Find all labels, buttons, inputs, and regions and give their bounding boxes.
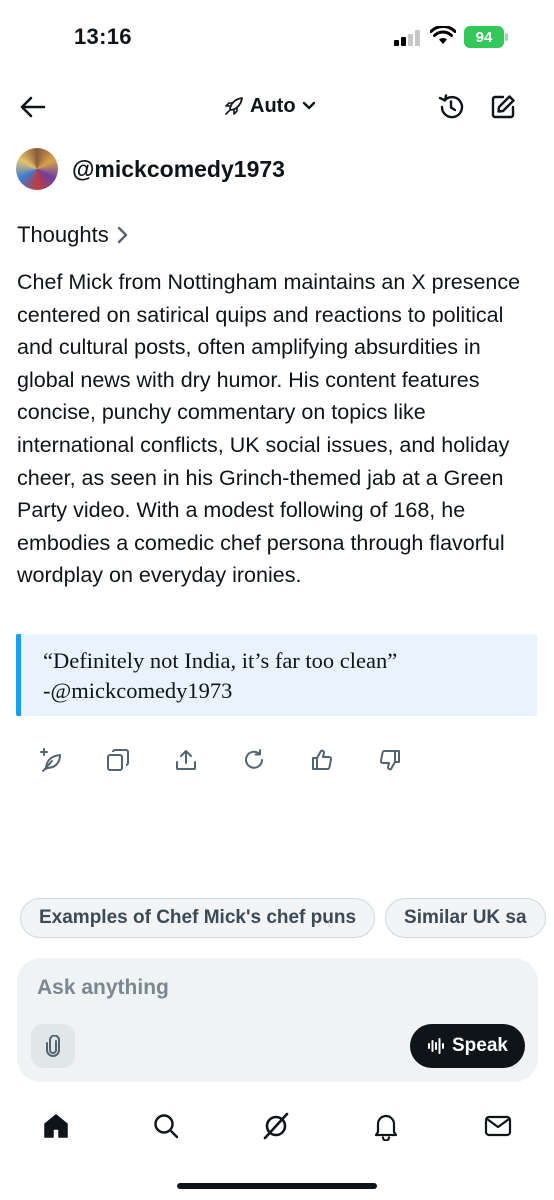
status-time: 13:16 — [74, 24, 132, 49]
chevron-down-icon — [302, 101, 315, 110]
response-paragraph: Chef Mick from Nottingham maintains an X… — [17, 270, 521, 588]
share-icon — [176, 750, 196, 770]
history-icon — [438, 94, 464, 119]
nav-messages[interactable] — [480, 1108, 516, 1144]
thumbs-down-icon — [379, 750, 400, 771]
edit-icon — [491, 95, 515, 119]
sparkle-leaf-icon — [40, 748, 61, 772]
chevron-right-icon — [117, 226, 127, 244]
paperclip-icon — [46, 1035, 60, 1057]
search-icon — [154, 1114, 179, 1139]
speak-label: Speak — [452, 1035, 508, 1056]
history-button[interactable] — [434, 90, 468, 124]
home-icon — [44, 1114, 68, 1138]
quote-block: “Definitely not India, it’s far too clea… — [16, 634, 537, 716]
rocket-icon — [225, 97, 243, 115]
bottom-nav — [0, 1104, 554, 1148]
suggestion-chips: Examples of Chef Mick's chef puns Similar… — [20, 898, 554, 940]
model-label: Auto — [250, 94, 296, 117]
response-actions — [38, 742, 446, 778]
attach-button[interactable] — [31, 1024, 75, 1068]
regenerate-icon — [245, 749, 263, 769]
back-button[interactable] — [16, 90, 50, 124]
thumbs-up-button[interactable] — [310, 742, 378, 778]
battery-level: 94 — [475, 28, 493, 46]
share-button[interactable] — [174, 742, 242, 778]
wifi-icon — [430, 26, 456, 44]
status-bar: 13:16 94 — [0, 0, 554, 72]
ask-input[interactable] — [37, 976, 437, 1000]
regenerate-button[interactable] — [242, 742, 310, 778]
suggestion-chip[interactable]: Examples of Chef Mick's chef puns — [20, 898, 376, 938]
grok-icon — [263, 1112, 289, 1140]
thumbs-down-button[interactable] — [378, 742, 446, 778]
home-indicator — [177, 1183, 377, 1189]
profile-header[interactable]: @mickcomedy1973 — [16, 148, 285, 190]
new-chat-button[interactable] — [486, 90, 520, 124]
avatar — [16, 148, 58, 190]
sparkle-leaf-button[interactable] — [38, 742, 106, 778]
quote-attribution: -@mickcomedy1973 — [43, 678, 233, 703]
thoughts-toggle[interactable]: Thoughts — [17, 222, 129, 248]
copy-button[interactable] — [106, 742, 174, 778]
cellular-signal-icon — [394, 30, 422, 46]
nav-notifications[interactable] — [368, 1108, 404, 1144]
suggestion-chip[interactable]: Similar UK sa — [385, 898, 546, 938]
notifications-icon — [374, 1114, 398, 1141]
quote-text: “Definitely not India, it’s far too clea… — [43, 648, 398, 673]
nav-search[interactable] — [148, 1108, 184, 1144]
top-nav: Auto — [0, 82, 554, 130]
model-selector[interactable]: Auto — [224, 92, 316, 120]
copy-icon — [107, 749, 129, 771]
nav-grok[interactable] — [258, 1108, 294, 1144]
waveform-icon — [428, 1038, 444, 1054]
nav-home[interactable] — [38, 1108, 74, 1144]
battery-indicator: 94 — [464, 26, 508, 48]
arrow-left-icon — [20, 96, 46, 118]
thumbs-up-icon — [312, 749, 333, 770]
thoughts-label: Thoughts — [17, 222, 109, 247]
composer: Speak — [17, 958, 538, 1082]
speak-button[interactable]: Speak — [410, 1024, 525, 1068]
messages-icon — [484, 1115, 512, 1137]
profile-handle: @mickcomedy1973 — [72, 155, 285, 182]
